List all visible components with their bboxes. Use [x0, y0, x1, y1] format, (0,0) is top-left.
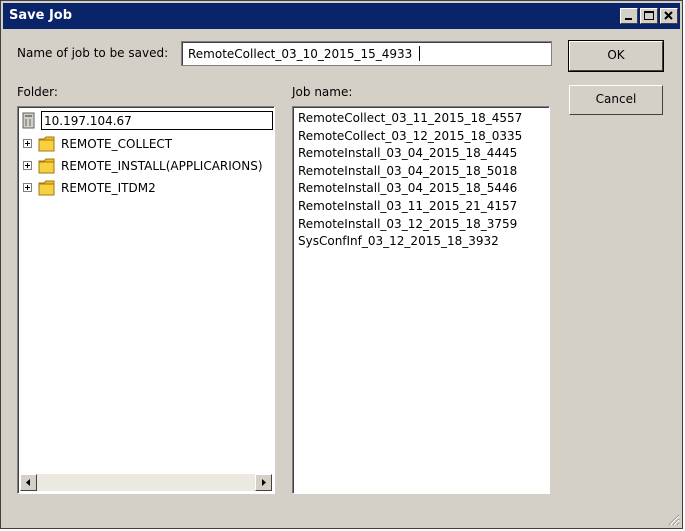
list-item[interactable]: RemoteInstall_03_11_2015_21_4157	[298, 199, 522, 217]
tree-root-label: 10.197.104.67	[41, 111, 273, 130]
maximize-icon	[644, 11, 654, 20]
job-list-items: RemoteCollect_03_11_2015_18_4557 RemoteCo…	[298, 111, 522, 252]
maximize-button[interactable]	[640, 8, 658, 24]
list-item[interactable]: RemoteInstall_03_04_2015_18_5018	[298, 164, 522, 182]
scroll-right-button[interactable]	[255, 474, 272, 491]
expand-icon[interactable]	[23, 161, 32, 170]
tree-item-remote-install[interactable]: REMOTE_INSTALL(APPLICARIONS)	[23, 156, 273, 176]
save-job-dialog: Save Job Name of job to be saved: Remote…	[0, 0, 683, 529]
text-caret	[419, 46, 420, 61]
arrow-right-icon	[262, 479, 266, 486]
close-button[interactable]	[660, 8, 678, 24]
tree-root[interactable]: 10.197.104.67	[21, 111, 273, 131]
cancel-button[interactable]: Cancel	[569, 85, 663, 115]
folder-label: Folder:	[17, 85, 58, 99]
job-name-label: Name of job to be saved:	[17, 46, 169, 60]
tree-item-label: REMOTE_INSTALL(APPLICARIONS)	[61, 159, 263, 173]
arrow-left-icon	[26, 479, 30, 486]
horizontal-scrollbar[interactable]	[20, 474, 272, 491]
expand-icon[interactable]	[23, 183, 32, 192]
tree-item-remote-collect[interactable]: REMOTE_COLLECT	[23, 134, 273, 154]
folder-tree[interactable]: 10.197.104.67 REMOTE_COLLECT REMOTE_INST…	[17, 106, 275, 494]
minimize-icon	[625, 18, 632, 20]
title-bar[interactable]: Save Job	[3, 3, 680, 29]
folder-icon	[38, 136, 55, 152]
job-list[interactable]: RemoteCollect_03_11_2015_18_4557 RemoteCo…	[292, 106, 550, 494]
tree-item-label: REMOTE_COLLECT	[61, 137, 173, 151]
resize-grip-icon[interactable]	[666, 512, 680, 526]
tree-item-label: REMOTE_ITDM2	[61, 181, 156, 195]
list-item[interactable]: RemoteCollect_03_11_2015_18_4557	[298, 111, 522, 129]
list-item[interactable]: RemoteInstall_03_04_2015_18_4445	[298, 146, 522, 164]
scroll-left-button[interactable]	[20, 474, 37, 491]
close-icon	[664, 11, 673, 20]
list-item[interactable]: SysConfInf_03_12_2015_18_3932	[298, 234, 522, 252]
ok-button[interactable]: OK	[568, 40, 664, 72]
server-icon	[22, 112, 35, 129]
window-title: Save Job	[9, 8, 73, 23]
minimize-button[interactable]	[620, 8, 638, 24]
list-item[interactable]: RemoteCollect_03_12_2015_18_0335	[298, 129, 522, 147]
list-item[interactable]: RemoteInstall_03_04_2015_18_5446	[298, 181, 522, 199]
folder-icon	[38, 158, 55, 174]
list-item[interactable]: RemoteInstall_03_12_2015_18_3759	[298, 217, 522, 235]
folder-icon	[38, 180, 55, 196]
job-name-input[interactable]: RemoteCollect_03_10_2015_15_4933	[181, 41, 552, 66]
job-list-label: Job name:	[292, 85, 353, 99]
expand-icon[interactable]	[23, 139, 32, 148]
tree-item-remote-itdm2[interactable]: REMOTE_ITDM2	[23, 178, 273, 198]
job-name-value: RemoteCollect_03_10_2015_15_4933	[188, 47, 413, 61]
